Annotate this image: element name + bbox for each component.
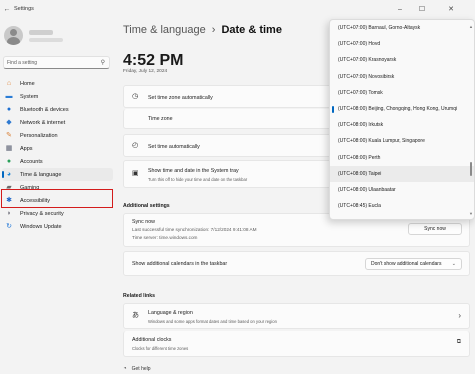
maximize-button[interactable]: ☐ — [411, 0, 433, 18]
blurred-account-name — [29, 29, 63, 42]
time-zone-option[interactable]: (UTC+08:45) Eucla — [330, 198, 474, 214]
sidebar-item-bluetooth-devices[interactable]: ● Bluetooth & devices — [0, 103, 115, 116]
additional-clocks-subtitle: Clocks for different time zones — [132, 346, 189, 351]
calendars-dropdown[interactable]: Don't show additional calendars ⌄ — [365, 258, 462, 270]
language-region-subtitle: Windows and some apps format dates and t… — [148, 319, 277, 324]
sidebar-item-label: Privacy & security — [20, 210, 64, 217]
scroll-up-icon[interactable]: ▲ — [469, 24, 473, 29]
chevron-right-icon: › — [458, 311, 461, 320]
search-input[interactable]: Find a setting ⚲ — [3, 56, 110, 69]
sync-last-success: Last successful time synchronization: 7/… — [132, 227, 257, 232]
language-region-link[interactable]: あ Language & region Windows and some app… — [123, 303, 470, 329]
sidebar-item-system[interactable]: ▬ System — [0, 90, 115, 103]
accounts-icon: ● — [6, 158, 12, 165]
sync-time-server: Time server: time.windows.com — [132, 235, 198, 240]
language-icon: あ — [132, 312, 139, 319]
time-zone-option[interactable]: (UTC+07:00) Novosibirsk — [330, 69, 474, 85]
search-placeholder: Find a setting — [7, 59, 38, 66]
time-zone-option[interactable]: (UTC+07:00) Krasnoyarsk — [330, 52, 474, 68]
sidebar-item-label: Bluetooth & devices — [20, 106, 69, 113]
sync-now-button[interactable]: Sync now — [408, 223, 462, 235]
annotation-highlight-box — [1, 189, 113, 208]
minimize-button[interactable]: – — [389, 0, 411, 18]
sidebar-item-label: Windows Update — [20, 223, 62, 230]
clock-icon: ◴ — [132, 142, 139, 149]
shield-icon: ◗ — [6, 210, 12, 217]
title-bar: ← Settings – ☐ ✕ — [0, 0, 475, 18]
tz-auto-label: Set time zone automatically — [148, 95, 213, 101]
external-link-icon: ⧉ — [456, 339, 461, 345]
breadcrumb-parent[interactable]: Time & language — [123, 24, 206, 36]
dropdown-scrollbar[interactable]: ▲ ▼ — [469, 24, 473, 216]
calendar-clock-icon: ▣ — [132, 170, 139, 177]
breadcrumb-separator: › — [211, 24, 216, 36]
get-help-link[interactable]: ◔ Get help — [123, 366, 151, 372]
sidebar-item-accounts[interactable]: ● Accounts — [0, 155, 115, 168]
network-icon: ◆ — [6, 119, 12, 126]
time-zone-dropdown-list[interactable]: (UTC+07:00) Barnaul, Gorno-Altaysk (UTC+0… — [329, 19, 475, 220]
sidebar-item-network-internet[interactable]: ◆ Network & internet — [0, 116, 115, 129]
sidebar-item-home[interactable]: ⌂ Home — [0, 77, 115, 90]
page-heading: Time & language › Date & time — [123, 24, 282, 36]
time-zone-option[interactable]: (UTC+08:00) Perth — [330, 150, 474, 166]
calendars-dropdown-value: Don't show additional calendars — [371, 261, 442, 267]
sidebar-item-label: Home — [20, 80, 35, 87]
bluetooth-icon: ● — [6, 106, 12, 113]
sidebar-item-windows-update[interactable]: ↻ Windows Update — [0, 220, 115, 233]
search-icon: ⚲ — [100, 60, 105, 66]
page-title: Date & time — [221, 24, 282, 36]
window-title: Settings — [14, 6, 34, 12]
tray-title: Show time and date in the System tray — [148, 168, 239, 174]
scrollbar-thumb[interactable] — [470, 162, 472, 176]
apps-icon: ▦ — [5, 145, 13, 152]
sidebar-item-label: Personalization — [20, 132, 58, 139]
time-zone-option[interactable]: (UTC+09:00) Chita — [330, 214, 474, 219]
time-zone-option[interactable]: (UTC+07:00) Hovd — [330, 36, 474, 52]
related-links-heading: Related links — [123, 293, 156, 299]
time-zone-option[interactable]: (UTC+08:00) Irkutsk — [330, 117, 474, 133]
current-time: 4:52 PM — [123, 52, 184, 69]
time-zone-option[interactable]: (UTC+08:00) Kuala Lumpur, Singapore — [330, 133, 474, 149]
close-button[interactable]: ✕ — [440, 0, 462, 18]
tray-subtitle: Turn this off to hide your time and date… — [148, 177, 248, 182]
language-region-title: Language & region — [148, 310, 193, 316]
user-profile[interactable] — [4, 26, 63, 45]
home-icon: ⌂ — [6, 80, 12, 87]
sidebar-item-personalization[interactable]: ✎ Personalization — [0, 129, 115, 142]
update-icon: ↻ — [6, 223, 12, 230]
sidebar-item-label: Time & language — [20, 171, 62, 178]
additional-clocks-link[interactable]: Additional clocks Clocks for different t… — [123, 331, 470, 357]
avatar — [4, 26, 23, 45]
help-icon: ◔ — [123, 366, 127, 372]
time-zone-label: Time zone — [148, 116, 173, 122]
additional-settings-heading: Additional settings — [123, 203, 170, 209]
sidebar-item-label: System — [20, 93, 39, 100]
globe-icon: ◕ — [6, 171, 12, 178]
time-zone-option[interactable]: (UTC+08:00) Ulaanbaatar — [330, 182, 474, 198]
sidebar-item-privacy-security[interactable]: ◗ Privacy & security — [0, 207, 115, 220]
current-date: Friday, July 12, 2024 — [123, 69, 168, 74]
get-help-label: Get help — [131, 366, 151, 372]
sidebar-item-label: Network & internet — [20, 119, 66, 126]
sidebar-item-apps[interactable]: ▦ Apps — [0, 142, 115, 155]
sidebar-item-label: Accounts — [20, 158, 43, 165]
time-zone-option[interactable]: (UTC+07:00) Tomsk — [330, 85, 474, 101]
system-icon: ▬ — [5, 93, 13, 100]
scroll-down-icon[interactable]: ▼ — [469, 211, 473, 216]
time-auto-label: Set time automatically — [148, 144, 200, 150]
sidebar-item-label: Apps — [20, 145, 33, 152]
calendars-label: Show additional calendars in the taskbar — [132, 261, 228, 267]
calendars-row: Show additional calendars in the taskbar… — [123, 251, 470, 276]
time-zone-option[interactable]: (UTC+08:00) Taipei — [330, 165, 474, 182]
back-arrow-icon[interactable]: ← — [0, 6, 14, 13]
chevron-down-icon: ⌄ — [451, 261, 456, 267]
additional-clocks-title: Additional clocks — [132, 337, 172, 343]
sync-title: Sync now — [132, 219, 155, 225]
location-clock-icon: ◷ — [132, 93, 139, 100]
time-zone-option[interactable]: (UTC+07:00) Barnaul, Gorno-Altaysk — [330, 20, 474, 36]
brush-icon: ✎ — [6, 132, 12, 139]
sidebar-nav: ⌂ Home ▬ System ● Bluetooth & devices ◆ Network… — [0, 77, 115, 233]
time-zone-option[interactable]: (UTC+08:00) Beijing, Chongqing, Hong Kon… — [330, 101, 474, 117]
sidebar-item-time-language[interactable]: ◕ Time & language — [2, 168, 113, 181]
